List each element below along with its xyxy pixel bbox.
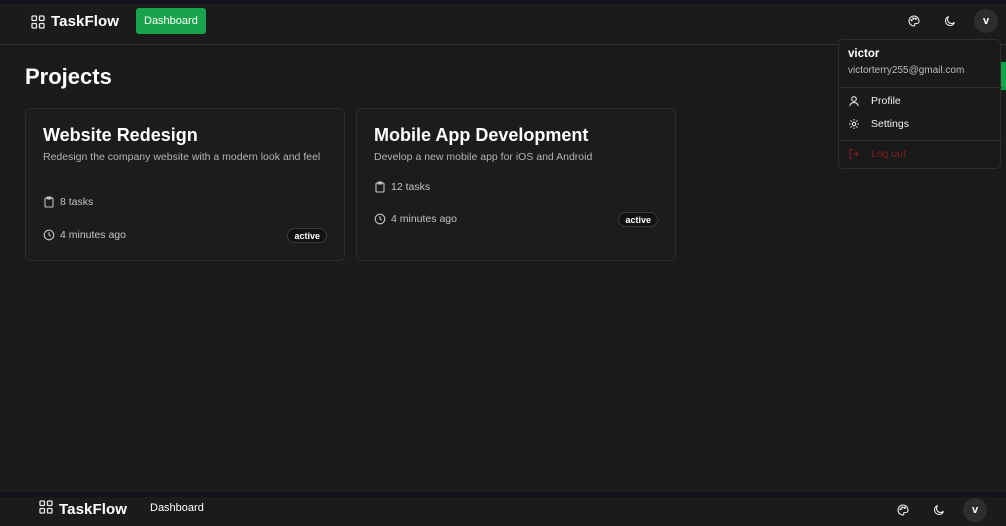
clipboard-icon <box>375 181 385 193</box>
page-title: Projects <box>25 64 112 89</box>
logout-icon <box>849 148 859 160</box>
moon-icon[interactable] <box>927 498 951 522</box>
nav-dashboard-button[interactable]: Dashboard <box>136 8 206 34</box>
footer-brand-name: TaskFlow <box>59 501 128 518</box>
menu-item-settings[interactable]: Settings <box>848 118 909 130</box>
footer-actions: v <box>891 498 987 522</box>
task-count: 8 tasks <box>43 196 93 208</box>
task-count-text: 8 tasks <box>60 196 94 208</box>
project-description: Redesign the company website with a mode… <box>43 151 321 163</box>
menu-item-profile[interactable]: Profile <box>848 95 901 107</box>
menu-item-logout[interactable]: Log out <box>848 148 906 160</box>
user-menu-dropdown: victor victorterry255@gmail.com Profile … <box>838 39 1002 169</box>
task-count: 12 tasks <box>374 181 430 193</box>
clipboard-icon <box>44 196 54 208</box>
user-avatar-button[interactable]: v <box>974 9 998 33</box>
project-card[interactable]: Website Redesign Redesign the company we… <box>25 108 345 261</box>
menu-item-label: Settings <box>871 118 909 130</box>
project-title[interactable]: Website Redesign <box>43 125 198 146</box>
project-description: Develop a new mobile app for iOS and And… <box>374 151 593 163</box>
menu-item-label: Profile <box>871 95 901 107</box>
footer-avatar-button[interactable]: v <box>963 498 987 522</box>
updated-time-text: 4 minutes ago <box>391 213 457 225</box>
updated-time: 4 minutes ago <box>374 213 457 225</box>
gear-icon <box>849 119 859 129</box>
palette-icon[interactable] <box>891 498 915 522</box>
task-count-text: 12 tasks <box>391 181 431 193</box>
layout-grid-icon <box>31 14 45 29</box>
user-email: victorterry255@gmail.com <box>848 65 965 76</box>
menu-divider <box>839 140 1002 141</box>
header-actions: v <box>902 9 998 33</box>
bottom-navbar: TaskFlow Dashboard v <box>0 497 1006 526</box>
project-card[interactable]: Mobile App Development Develop a new mob… <box>356 108 676 261</box>
brand-name: TaskFlow <box>51 13 120 30</box>
updated-time: 4 minutes ago <box>43 229 126 241</box>
moon-icon[interactable] <box>938 9 962 33</box>
clock-icon <box>43 229 55 241</box>
status-badge: active <box>287 228 327 243</box>
user-name: victor <box>848 48 880 60</box>
user-icon <box>849 96 859 107</box>
updated-time-text: 4 minutes ago <box>60 229 126 241</box>
footer-brand[interactable]: TaskFlow <box>39 500 127 519</box>
status-badge: active <box>618 212 658 227</box>
logout-label: Log out <box>871 148 907 160</box>
menu-divider <box>839 87 1002 88</box>
footer-dashboard-link[interactable]: Dashboard <box>150 502 204 514</box>
project-title[interactable]: Mobile App Development <box>374 125 588 146</box>
palette-icon[interactable] <box>902 9 926 33</box>
brand[interactable]: TaskFlow <box>31 13 119 30</box>
clock-icon <box>374 213 386 225</box>
layout-grid-icon <box>39 500 53 519</box>
